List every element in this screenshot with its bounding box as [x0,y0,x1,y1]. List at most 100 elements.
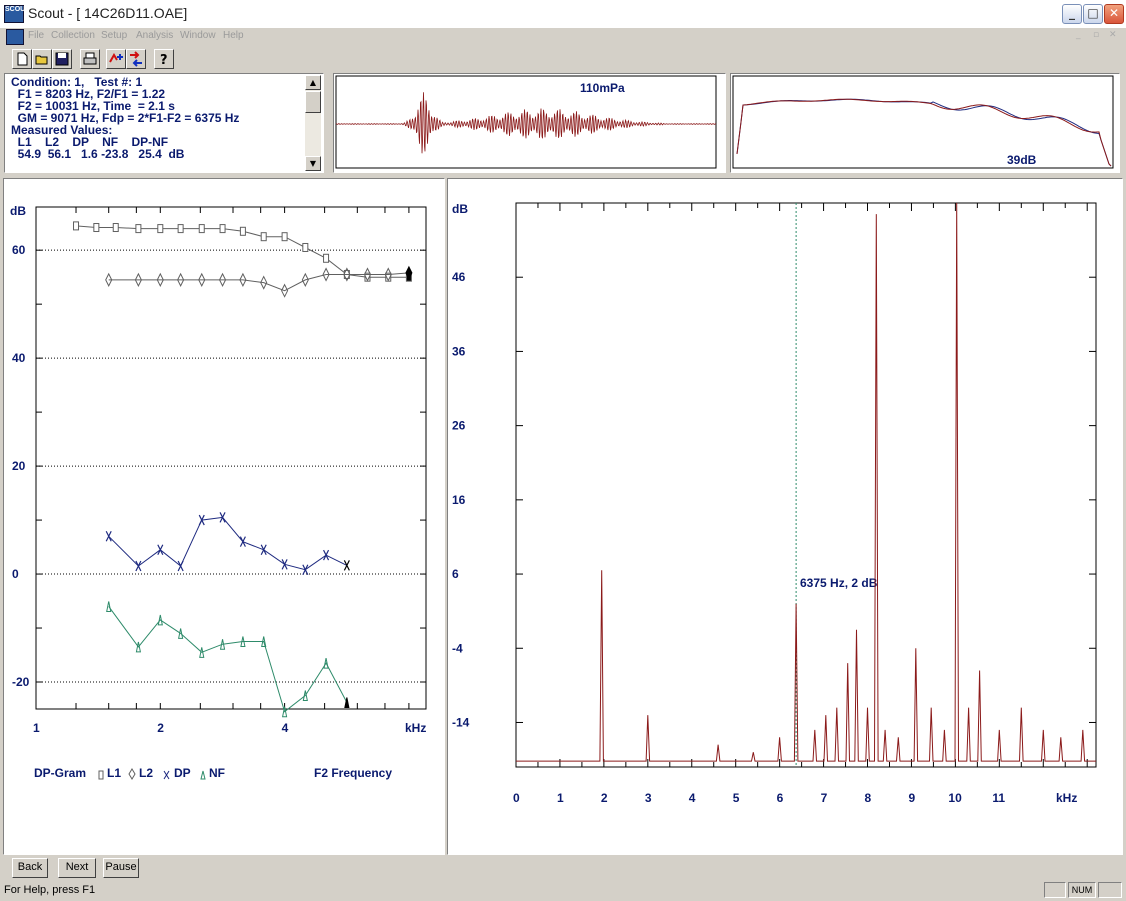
dpgram-point-l1 [239,226,246,236]
spectrum-ytick-label: 36 [452,344,466,358]
menu-analysis[interactable]: Analysis [136,30,173,41]
spectrum-ytick-label: 26 [452,419,466,433]
dpgram-ytick-label: 0 [12,567,19,581]
document-icon[interactable] [6,29,24,45]
mdi-minimize-icon[interactable]: _ [1076,30,1081,40]
help-icon[interactable]: ? [154,49,174,69]
spectrum-xtick-label: 8 [865,791,872,805]
window-title: Scout - [ 14C26D11.OAE] [28,5,188,21]
dpgram-point-l1 [93,223,100,233]
maximize-button[interactable]: □ [1083,4,1103,24]
transfer-icon[interactable] [106,49,126,69]
dpgram-xlabel: kHz [405,721,426,735]
status-scrl-box [1098,882,1122,898]
menu-collection[interactable]: Collection [51,30,95,41]
dpgram-line-dp [108,516,348,571]
back-button[interactable]: Back [12,858,48,878]
spectrum-ytick-label: -4 [452,641,463,655]
spectrum-chart: dB kHz 6375 Hz, 2 dB 463626166-4-140 1 2 3 4… [452,202,1097,805]
minimize-button[interactable]: _ [1062,4,1082,24]
spectrum-xtick-label: 1 [557,791,564,805]
mdi-close-icon[interactable]: ✕ [1109,30,1117,40]
dpgram-point-l1 [198,224,205,234]
menu-file[interactable]: File [28,30,44,41]
dpgram-point-l1 [177,224,184,234]
status-cap-box [1044,882,1066,898]
spectrum-pane: dB kHz 6375 Hz, 2 dB 46 36 26 16 6 -4 -14 0 1 2 3 4… [447,178,1123,855]
scout-app-icon[interactable]: SCOUT [4,5,30,23]
mini-spectrum-panel: 39dB [730,73,1120,173]
close-button[interactable]: ✕ [1104,4,1124,24]
next-button[interactable]: Next [58,858,96,878]
dpgram-frame [35,206,427,710]
dpgram-point-dp [105,531,112,542]
svg-text:NF: NF [209,766,225,780]
spectrum-xtick-label: 11 [992,791,1005,805]
dpgram-line-l2 [108,272,409,292]
dpgram-point-dp [343,560,350,571]
svg-text:L1: L1 [107,766,121,780]
dpgram-ytick-label: -20 [12,675,30,689]
spectrum-ytick-label: 16 [452,493,466,507]
dpgram-legend-l2: L2 [128,766,153,780]
dpgram-point-dp [260,544,267,556]
scroll-down-icon[interactable]: ▼ [305,156,321,171]
svg-text:L2: L2 [139,766,153,780]
dpgram-point-l1 [157,224,164,234]
info-scrollbar[interactable]: ▲ ▼ [305,75,321,171]
dpgram-point-l1 [112,223,119,233]
spectrum-xtick-label: 4 [689,791,696,805]
menu-window[interactable]: Window [180,30,216,41]
dpgram-legend-dp: DP [163,766,191,780]
svg-text:?: ? [160,53,168,68]
spectrum-xtick-label: 10 [948,791,962,805]
spectrum-xtick-label: 0 [513,791,520,805]
dpgram-legend-nf: NF [200,766,225,780]
dpgram-line-nf [108,606,348,713]
spectrum-xtick-label: 6 [777,791,784,805]
dpgram-point-dp [239,536,246,547]
scroll-thumb[interactable] [305,91,321,113]
status-text: For Help, press F1 [4,884,96,896]
dpgram-ylabel: dB [10,204,26,218]
dpgram-point-l1 [302,242,309,252]
dpgram-legend-title: DP-Gram [34,766,86,780]
waveform-plot: 110mPa [335,75,717,169]
open-folder-icon[interactable] [32,49,52,69]
info-line-values: 54.9 56.1 1.6 -23.8 25.4 dB [11,147,185,161]
mini-spectrum-label: 39dB [1007,153,1037,167]
save-icon[interactable] [52,49,72,69]
menu-help[interactable]: Help [223,30,244,41]
mini-spectrum-curve-b [736,98,1112,167]
spectrum-ytick-label: -14 [452,715,470,729]
mini-spectrum-plot: 39dB [732,75,1114,169]
status-num-box: NUM [1068,882,1096,898]
dpgram-point-l1 [260,232,267,242]
spectrum-xtick-label: 7 [821,791,828,805]
swap-icon[interactable] [126,49,146,69]
mdi-restore-icon[interactable]: ▫ [1093,30,1099,40]
dpgram-point-l1 [281,232,288,242]
spectrum-ylabel: dB [452,202,468,216]
bottom-bar [0,855,1126,881]
dpgram-point-l1 [135,224,142,234]
dpgram-xtick-label: 2 [157,721,164,735]
pause-button[interactable]: Pause [103,858,139,878]
dpgram-xtick-label: 1 [33,721,40,735]
dpgram-chart: dB kHz DP-Gram F2 Frequency L1 L2 DP NF … [10,204,427,780]
scroll-up-icon[interactable]: ▲ [305,75,321,90]
waveform-label: 110mPa [580,81,625,95]
spectrum-ytick-label: 46 [452,270,466,284]
print-icon[interactable] [80,49,100,69]
spectrum-xtick-label: 3 [645,791,652,805]
mini-spectrum-curve-a [736,98,1112,167]
spectrum-marker-label: 6375 Hz, 2 dB [800,576,878,590]
new-file-icon[interactable] [12,49,32,69]
spectrum-xtick-label: 2 [601,791,608,805]
waveform-panel: 110mPa [333,73,726,173]
menu-setup[interactable]: Setup [101,30,127,41]
status-bar [0,881,1126,901]
info-panel: Condition: 1, Test #: 1 F1 = 8203 Hz, F2… [4,73,324,173]
dpgram-ytick-label: 40 [12,351,26,365]
dpgram-point-l1 [73,221,80,231]
